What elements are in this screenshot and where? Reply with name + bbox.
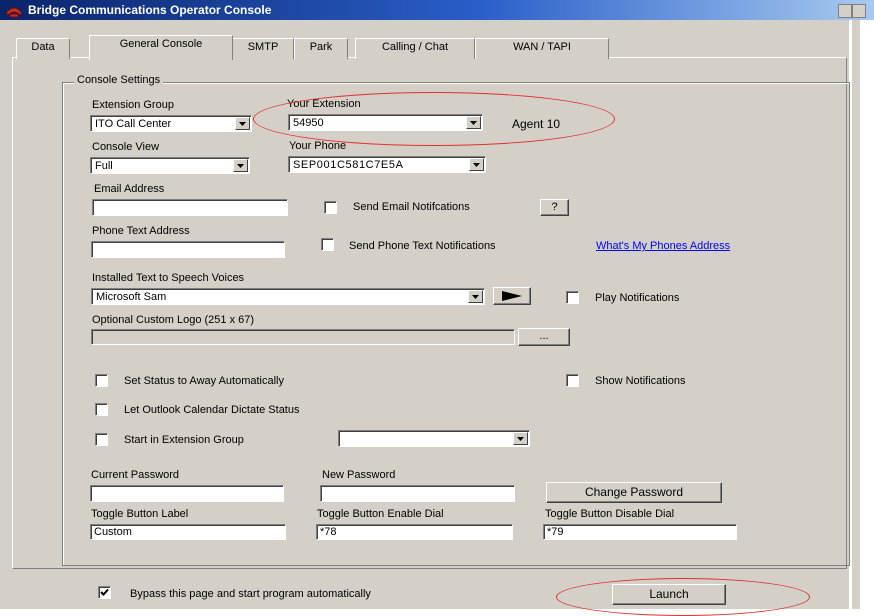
extension-group-select[interactable]: ITO Call Center xyxy=(90,115,252,132)
browse-logo-button[interactable]: ... xyxy=(518,328,570,346)
start-in-group-select[interactable] xyxy=(338,430,530,447)
email-address-field[interactable] xyxy=(92,199,288,216)
email-help-button[interactable]: ? xyxy=(540,199,569,216)
your-phone-value: SEP001C581C7E5A xyxy=(293,159,404,171)
window-title: Bridge Communications Operator Console xyxy=(28,3,272,17)
chevron-down-icon[interactable] xyxy=(233,159,248,172)
app-icon xyxy=(4,2,24,18)
set-away-label: Set Status to Away Automatically xyxy=(124,375,284,387)
tab-general-console[interactable]: General Console xyxy=(89,35,233,60)
window-edge-right xyxy=(860,20,874,609)
bypass-checkbox[interactable] xyxy=(98,586,111,599)
chevron-down-icon[interactable] xyxy=(235,117,250,130)
console-view-label: Console View xyxy=(92,141,160,153)
send-email-label: Send Email Notifcations xyxy=(353,201,470,213)
tab-row: Data General Console SMTP Park Calling /… xyxy=(0,35,860,60)
extension-group-label: Extension Group xyxy=(92,99,174,111)
console-view-value: Full xyxy=(95,160,113,172)
annotation-ellipse-launch xyxy=(556,578,810,616)
tts-label: Installed Text to Speech Voices xyxy=(92,272,245,284)
check-icon xyxy=(100,588,109,596)
tab-smtp[interactable]: SMTP xyxy=(232,38,294,59)
email-address-label: Email Address xyxy=(94,183,165,195)
show-notifications-label: Show Notifications xyxy=(595,375,686,387)
minimize-button[interactable] xyxy=(838,4,852,18)
console-view-select[interactable]: Full xyxy=(90,157,250,174)
whats-my-phone-link[interactable]: What's My Phones Address xyxy=(596,240,730,252)
tab-calling-chat[interactable]: Calling / Chat xyxy=(355,38,475,59)
phone-text-address-field[interactable] xyxy=(91,241,285,258)
custom-logo-label: Optional Custom Logo (251 x 67) xyxy=(92,314,255,326)
custom-logo-field[interactable] xyxy=(91,329,515,345)
send-phone-text-label: Send Phone Text Notifications xyxy=(349,240,496,252)
your-phone-select[interactable]: SEP001C581C7E5A xyxy=(288,156,486,173)
show-notifications-checkbox[interactable] xyxy=(566,374,579,387)
annotation-ellipse-extension xyxy=(253,92,615,146)
chevron-down-icon[interactable] xyxy=(468,290,483,303)
play-voice-button[interactable] xyxy=(493,287,531,305)
new-password-label: New Password xyxy=(322,469,396,481)
phone-text-address-label: Phone Text Address xyxy=(92,225,190,237)
toggle-disable-label: Toggle Button Disable Dial xyxy=(545,508,675,520)
bypass-label: Bypass this page and start program autom… xyxy=(130,588,371,600)
play-notifications-checkbox[interactable] xyxy=(566,291,579,304)
new-password-field[interactable] xyxy=(320,485,515,502)
tab-park[interactable]: Park xyxy=(294,38,348,59)
chevron-down-icon[interactable] xyxy=(513,432,528,445)
chevron-down-icon[interactable] xyxy=(469,158,484,171)
send-phone-text-checkbox[interactable] xyxy=(321,238,334,251)
tts-voice-select[interactable]: Microsoft Sam xyxy=(91,288,485,305)
tab-data[interactable]: Data xyxy=(16,38,70,59)
current-password-label: Current Password xyxy=(91,469,180,481)
start-in-group-label: Start in Extension Group xyxy=(124,434,244,446)
toggle-label-field[interactable]: Custom xyxy=(90,524,286,540)
set-away-checkbox[interactable] xyxy=(95,374,108,387)
your-phone-label: Your Phone xyxy=(289,140,347,152)
current-password-field[interactable] xyxy=(90,485,284,502)
toggle-enable-label: Toggle Button Enable Dial xyxy=(317,508,444,520)
outlook-label: Let Outlook Calendar Dictate Status xyxy=(124,404,300,416)
play-icon xyxy=(502,291,522,301)
play-notifications-label: Play Notifications xyxy=(595,292,680,304)
maximize-button[interactable] xyxy=(852,4,866,18)
start-in-group-checkbox[interactable] xyxy=(95,433,108,446)
outlook-checkbox[interactable] xyxy=(95,403,108,416)
toggle-enable-field[interactable]: *78 xyxy=(316,524,513,540)
send-email-checkbox[interactable] xyxy=(324,201,337,214)
toggle-disable-field[interactable]: *79 xyxy=(543,524,737,540)
group-label: Console Settings xyxy=(74,74,164,86)
toggle-label-label: Toggle Button Label xyxy=(91,508,189,520)
tts-voice-value: Microsoft Sam xyxy=(96,291,167,303)
change-password-button[interactable]: Change Password xyxy=(546,482,722,503)
extension-group-value: ITO Call Center xyxy=(95,118,172,130)
tab-wan-tapi[interactable]: WAN / TAPI xyxy=(475,38,609,59)
